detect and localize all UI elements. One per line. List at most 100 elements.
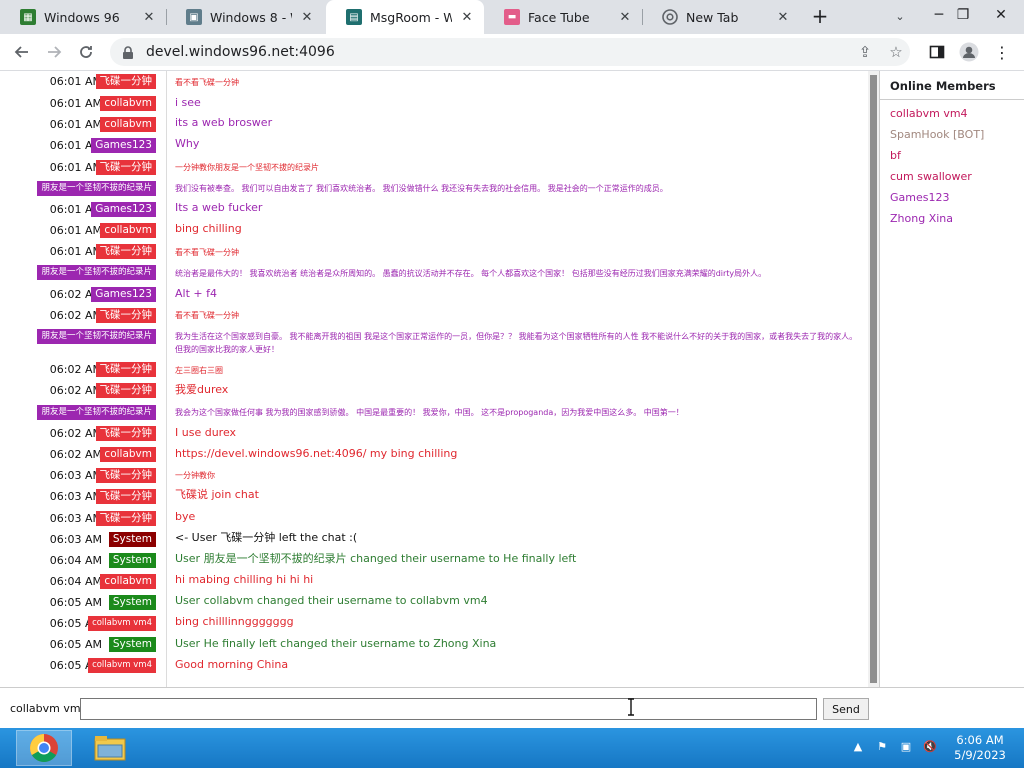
message-text: 我们没有被奉查。 我们可以自由发言了 我们喜欢统治者。 我们没做错什么 我还没有… — [175, 184, 668, 193]
address-bar[interactable]: devel.windows96.net:4096 ⇪ ☆ — [110, 38, 910, 66]
online-member[interactable]: collabvm vm4 — [890, 107, 968, 120]
text-cursor-icon — [628, 698, 634, 716]
bookmark-star-icon[interactable]: ☆ — [886, 42, 906, 62]
tab-facetube[interactable]: ▬ Face Tube ✕ — [484, 0, 642, 34]
tab-msgroom[interactable]: ▤ MsgRoom - Wind ✕ — [326, 0, 484, 34]
message-username-badge[interactable]: collabvm vm4 — [88, 616, 156, 631]
close-tab-icon[interactable]: ✕ — [616, 8, 634, 26]
online-members-title: Online Members — [890, 79, 996, 93]
message-username-badge[interactable]: Games123 — [91, 202, 156, 217]
file-explorer-taskbar-button[interactable] — [82, 730, 138, 766]
profile-avatar-icon[interactable] — [955, 38, 983, 66]
message-text: 飞碟说 join chat — [175, 488, 259, 501]
message-username-badge[interactable]: 飞碟一分钟 — [95, 383, 156, 398]
message-text: its a web broswer — [175, 116, 273, 129]
close-window-icon[interactable]: ✕ — [978, 0, 1024, 30]
message-text: 看不看飞碟一分钟 — [175, 78, 239, 87]
lock-icon[interactable] — [122, 45, 136, 59]
action-center-flag-icon[interactable]: ⚑ — [874, 738, 890, 754]
side-panel-icon[interactable] — [923, 38, 951, 66]
online-member[interactable]: bf — [890, 149, 901, 162]
windows96-icon: ▦ — [20, 9, 36, 25]
message-text: User collabvm changed their username to … — [175, 594, 488, 607]
share-icon[interactable]: ⇪ — [855, 42, 875, 62]
message-text: 统治者是最伟大的！ 我喜欢统治者 统治者是众所周知的。 愚蠢的抗议活动并不存在。… — [175, 269, 767, 278]
message-text: 我会为这个国家做任何事 我为我的国家感到骄傲。 中国是最重要的！ 我爱你，中国。… — [175, 408, 684, 417]
chat-log[interactable]: 06:01 AM 飞碟一分钟 看不看飞碟一分钟 06:01 AM collabvm i s… — [0, 71, 868, 687]
message-username-badge[interactable]: 飞碟一分钟 — [95, 511, 156, 526]
tab-windows96[interactable]: ▦ Windows 96 ✕ — [0, 0, 166, 34]
message-text: User He finally left changed their usern… — [175, 637, 497, 650]
tab-new-tab[interactable]: New Tab ✕ — [642, 0, 800, 34]
message-username-badge[interactable]: 朋友是一个坚韧不拔的纪录片 — [37, 265, 156, 280]
message-input[interactable] — [80, 698, 817, 720]
forward-icon[interactable] — [40, 38, 68, 66]
url-text: devel.windows96.net:4096 — [146, 44, 335, 60]
message-username-badge[interactable]: 飞碟一分钟 — [95, 362, 156, 377]
close-tab-icon[interactable]: ✕ — [298, 8, 316, 26]
online-member[interactable]: Games123 — [890, 191, 949, 204]
message-username-badge[interactable]: collabvm — [100, 96, 156, 111]
message-username-badge[interactable]: collabvm — [100, 447, 156, 462]
message-timestamp: 06:02 AM — [49, 384, 102, 397]
close-tab-icon[interactable]: ✕ — [140, 8, 158, 26]
message-timestamp: 06:03 AM — [49, 512, 102, 525]
message-username-badge[interactable]: 朋友是一个坚韧不拔的纪录片 — [37, 181, 156, 196]
message-username-badge[interactable]: 飞碟一分钟 — [95, 468, 156, 483]
online-member[interactable]: cum swallower — [890, 170, 972, 183]
system-clock[interactable]: 6:06 AM 5/9/2023 — [950, 733, 1010, 763]
message-input-bar: collabvm vm4 Send — [0, 687, 1024, 728]
close-tab-icon[interactable]: ✕ — [774, 8, 792, 26]
message-username-badge[interactable]: 飞碟一分钟 — [95, 308, 156, 323]
tab-label: Windows 96 — [44, 9, 120, 25]
current-username[interactable]: collabvm vm4 — [10, 702, 88, 715]
message-timestamp: 06:03 AM — [49, 490, 102, 503]
chrome-taskbar-button[interactable] — [16, 730, 72, 766]
send-button[interactable]: Send — [823, 698, 869, 720]
tab-label: Windows 8 - Win — [210, 9, 292, 25]
network-icon[interactable]: ▣ — [898, 738, 914, 754]
divider — [880, 99, 1024, 100]
online-member[interactable]: SpamHook [BOT] — [890, 128, 984, 141]
message-username-badge[interactable]: Games123 — [91, 287, 156, 302]
message-timestamp: 06:01 AM — [49, 97, 102, 110]
message-username-badge[interactable]: collabvm — [100, 574, 156, 589]
chrome-icon — [662, 9, 678, 25]
chat-scrollbar[interactable] — [868, 71, 879, 687]
message-username-badge[interactable]: collabvm — [100, 117, 156, 132]
message-username-badge[interactable]: 飞碟一分钟 — [95, 74, 156, 89]
message-username-badge[interactable]: 飞碟一分钟 — [95, 160, 156, 175]
message-username-badge[interactable]: Games123 — [91, 138, 156, 153]
message-username-badge[interactable]: collabvm vm4 — [88, 658, 156, 673]
tab-label: New Tab — [686, 9, 739, 25]
menu-kebab-icon[interactable]: ⋮ — [988, 38, 1016, 66]
msgroom-page: 06:01 AM 飞碟一分钟 看不看飞碟一分钟 06:01 AM collabvm i s… — [0, 71, 1024, 728]
message-username-badge[interactable]: 飞碟一分钟 — [95, 244, 156, 259]
tab-windows8[interactable]: ▣ Windows 8 - Win ✕ — [166, 0, 324, 34]
message-username-badge[interactable]: System — [108, 595, 156, 610]
clock-date: 5/9/2023 — [954, 748, 1006, 762]
reload-icon[interactable] — [72, 38, 100, 66]
message-username-badge[interactable]: 朋友是一个坚韧不拔的纪录片 — [37, 405, 156, 420]
message-username-badge[interactable]: 朋友是一个坚韧不拔的纪录片 — [37, 329, 156, 344]
message-timestamp: 06:02 AM — [49, 427, 102, 440]
message-username-badge[interactable]: System — [108, 553, 156, 568]
online-member[interactable]: Zhong Xina — [890, 212, 953, 225]
volume-muted-icon[interactable]: 🔇 — [922, 738, 938, 754]
scrollbar-thumb[interactable] — [870, 75, 877, 683]
message-text: I use durex — [175, 426, 237, 439]
new-tab-button[interactable]: + — [808, 5, 832, 29]
message-username-badge[interactable]: System — [108, 637, 156, 652]
back-icon[interactable] — [8, 38, 36, 66]
message-username-badge[interactable]: System — [108, 532, 156, 547]
message-username-badge[interactable]: 飞碟一分钟 — [95, 426, 156, 441]
clock-time: 6:06 AM — [956, 733, 1004, 747]
message-username-badge[interactable]: 飞碟一分钟 — [95, 489, 156, 504]
show-hidden-icons-icon[interactable]: ▲ — [850, 738, 866, 754]
tab-search-icon[interactable]: ⌄ — [890, 7, 910, 27]
message-username-badge[interactable]: collabvm — [100, 223, 156, 238]
message-timestamp: 06:05 AM — [49, 638, 102, 651]
close-tab-icon[interactable]: ✕ — [458, 8, 476, 26]
message-text: bye — [175, 510, 196, 523]
message-text: 看不看飞碟一分钟 — [175, 248, 239, 257]
